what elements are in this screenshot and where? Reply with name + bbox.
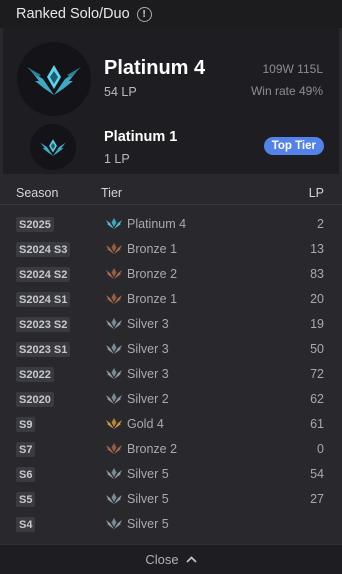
- silver-emblem-icon: [105, 316, 123, 331]
- lp-value: 72: [310, 367, 324, 381]
- tier-name: Silver 5: [127, 517, 169, 531]
- silver-emblem-icon: [105, 516, 123, 531]
- season-tag: S5: [16, 492, 36, 507]
- lp-value: 13: [310, 242, 324, 256]
- silver-emblem-icon: [105, 491, 123, 506]
- season-table-header: Season Tier LP: [0, 174, 342, 205]
- season-tag: S2023 S1: [16, 342, 71, 357]
- table-row: S2020 Silver 2 62: [0, 387, 342, 412]
- gold-emblem-icon: [105, 416, 123, 431]
- silver-emblem-icon: [105, 391, 123, 406]
- silver-emblem-icon: [105, 366, 123, 381]
- panel-title: Ranked Solo/Duo: [16, 6, 130, 22]
- tier-name: Silver 3: [127, 317, 169, 331]
- current-lp: 54 LP: [104, 85, 137, 99]
- tier-name: Silver 3: [127, 342, 169, 356]
- lp-value: 54: [310, 467, 324, 481]
- lp-value: 27: [310, 492, 324, 506]
- top-tier-badge: Top Tier: [263, 137, 324, 155]
- peak-tier: Platinum 1: [104, 129, 178, 145]
- tier-column-header: Tier: [101, 186, 123, 200]
- season-tag: S2024 S3: [16, 242, 71, 257]
- table-row: S7 Bronze 2 0: [0, 437, 342, 462]
- table-row: S9 Gold 4 61: [0, 412, 342, 437]
- table-row: S2023 S2 Silver 3 19: [0, 312, 342, 337]
- season-column-header: Season: [16, 186, 59, 200]
- panel-header: Ranked Solo/Duo !: [0, 0, 342, 28]
- season-tag: S7: [16, 442, 36, 457]
- tier-name: Gold 4: [127, 417, 164, 431]
- tier-name: Silver 3: [127, 367, 169, 381]
- tier-name: Silver 5: [127, 467, 169, 481]
- platinum-emblem-icon: [105, 216, 123, 231]
- bronze-emblem-icon: [105, 291, 123, 306]
- win-rate: Win rate 49%: [250, 84, 323, 98]
- tier-name: Bronze 1: [127, 292, 178, 306]
- table-row: S2023 S1 Silver 3 50: [0, 337, 342, 362]
- tier-name: Silver 2: [127, 392, 169, 406]
- silver-emblem-icon: [105, 466, 123, 481]
- season-history-list: S2025 Platinum 4 2 S2024 S3 Bronze 1 13 S2024 …: [0, 212, 342, 537]
- lp-column-header: LP: [308, 186, 324, 200]
- season-tag: S2022: [16, 367, 54, 382]
- bronze-emblem-icon: [105, 266, 123, 281]
- season-tag: S9: [16, 417, 36, 432]
- platinum-emblem-icon: [30, 124, 76, 170]
- season-tag: S2024 S1: [16, 292, 71, 307]
- table-row: S2025 Platinum 4 2: [0, 212, 342, 237]
- tier-name: Bronze 1: [127, 242, 178, 256]
- current-tier: Platinum 4: [104, 57, 206, 79]
- season-tag: S2023 S2: [16, 317, 71, 332]
- table-row: S4 Silver 5: [0, 512, 342, 537]
- close-button[interactable]: Close: [0, 544, 342, 574]
- table-row: S2024 S1 Bronze 1 20: [0, 287, 342, 312]
- chevron-up-icon: [185, 556, 197, 563]
- table-row: S2024 S3 Bronze 1 13: [0, 237, 342, 262]
- bronze-emblem-icon: [105, 241, 123, 256]
- season-tag: S6: [16, 467, 36, 482]
- lp-value: 19: [310, 317, 324, 331]
- close-label: Close: [145, 552, 179, 567]
- table-row: S2024 S2 Bronze 2 83: [0, 262, 342, 287]
- tier-name: Silver 5: [127, 492, 169, 506]
- tier-name: Platinum 4: [127, 217, 187, 231]
- peak-lp: 1 LP: [104, 152, 130, 166]
- season-tag: S2024 S2: [16, 267, 71, 282]
- info-icon[interactable]: !: [136, 6, 152, 22]
- lp-value: 83: [310, 267, 324, 281]
- win-loss-record: 109W 115L: [262, 62, 324, 76]
- lp-value: 20: [310, 292, 324, 306]
- tier-name: Bronze 2: [127, 442, 178, 456]
- season-tag: S2025: [16, 217, 54, 232]
- rank-summary-card: Platinum 4 54 LP 109W 115L Win rate 49% …: [3, 28, 339, 174]
- silver-emblem-icon: [105, 341, 123, 356]
- table-row: S6 Silver 5 54: [0, 462, 342, 487]
- table-row: S2022 Silver 3 72: [0, 362, 342, 387]
- lp-value: 0: [317, 442, 324, 456]
- lp-value: 62: [310, 392, 324, 406]
- platinum-emblem-icon: [17, 42, 91, 116]
- table-row: S5 Silver 5 27: [0, 487, 342, 512]
- lp-value: 2: [317, 217, 324, 231]
- season-tag: S4: [16, 517, 36, 532]
- ranked-panel: Ranked Solo/Duo ! Platinum 4 54 LP 109W …: [0, 0, 342, 574]
- tier-name: Bronze 2: [127, 267, 178, 281]
- lp-value: 61: [310, 417, 324, 431]
- bronze-emblem-icon: [105, 441, 123, 456]
- season-tag: S2020: [16, 392, 54, 407]
- lp-value: 50: [310, 342, 324, 356]
